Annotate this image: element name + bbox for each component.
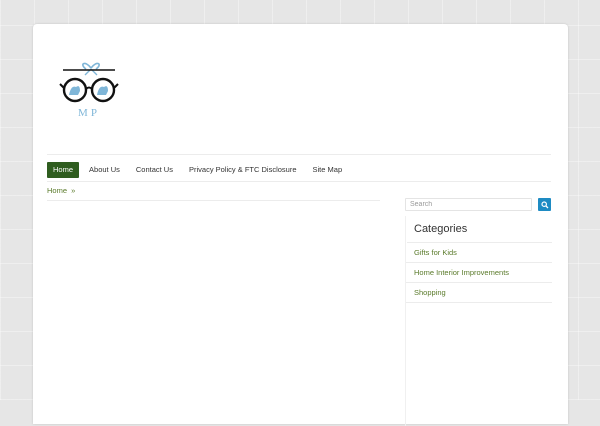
nav-item-contact-us[interactable]: Contact Us [130,162,179,178]
sidebar: Categories Gifts for Kids Home Interior … [405,198,552,426]
nav-item-site-map[interactable]: Site Map [307,162,349,178]
search-input[interactable] [405,198,533,211]
breadcrumb-home-link[interactable]: Home [47,186,67,195]
main-navigation: Home About Us Contact Us Privacy Policy … [47,160,551,180]
content-divider [47,200,380,201]
search-icon [540,200,549,208]
nav-item-privacy-policy[interactable]: Privacy Policy & FTC Disclosure [183,162,303,178]
header-divider [47,154,551,155]
nav-divider [47,181,551,182]
site-logo[interactable]: MP [59,60,119,122]
categories-list: Gifts for Kids Home Interior Improvement… [406,243,552,303]
search-button[interactable] [538,198,551,211]
breadcrumb: Home » [47,186,75,195]
search-form [405,198,551,211]
nav-item-about-us[interactable]: About Us [83,162,126,178]
category-link-shopping[interactable]: Shopping [406,283,552,303]
nav-item-home[interactable]: Home [47,162,80,178]
category-link-home-interior-improvements[interactable]: Home Interior Improvements [406,263,552,283]
breadcrumb-separator: » [71,186,76,195]
categories-title: Categories [414,223,468,235]
categories-widget: Categories Gifts for Kids Home Interior … [405,216,552,426]
category-link-gifts-for-kids[interactable]: Gifts for Kids [406,243,552,263]
page-container: MP Home About Us Contact Us Privacy Poli… [33,24,568,426]
logo-text: MP [78,107,100,119]
